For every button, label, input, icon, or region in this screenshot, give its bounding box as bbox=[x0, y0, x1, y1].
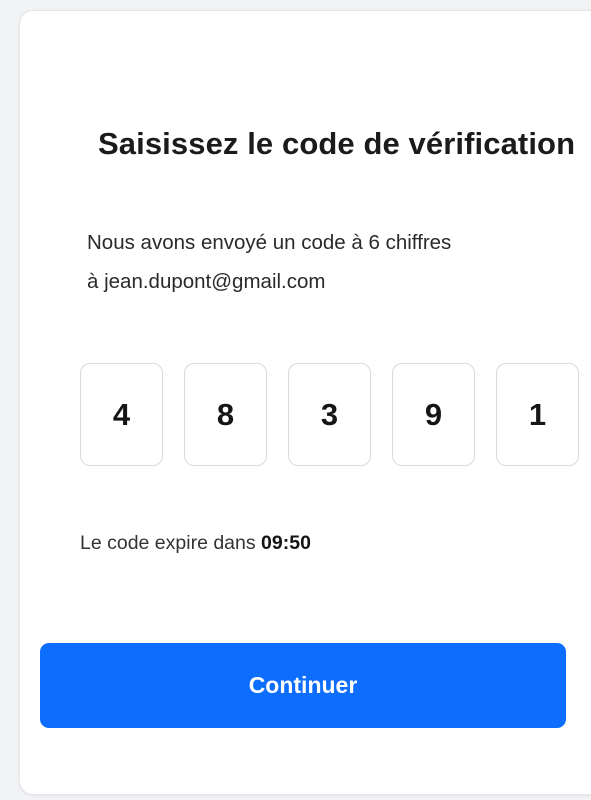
instruction-line-1: Nous avons envoyé un code à 6 chiffres bbox=[87, 231, 452, 254]
expiry-text: Le code expire dans 09:50 bbox=[80, 532, 311, 555]
page-title: Saisissez le code de vérification bbox=[98, 126, 576, 161]
code-input-group: 4 8 3 9 1 bbox=[80, 363, 579, 466]
code-digit-5[interactable]: 1 bbox=[496, 363, 579, 466]
code-digit-4[interactable]: 9 bbox=[392, 363, 475, 466]
code-digit-3[interactable]: 3 bbox=[288, 363, 371, 466]
code-digit-2[interactable]: 8 bbox=[184, 363, 267, 466]
code-digit-1[interactable]: 4 bbox=[80, 363, 163, 466]
continue-button[interactable]: Continuer bbox=[40, 643, 566, 728]
instruction-text: Nous avons envoyé un code à 6 chiffres à… bbox=[87, 223, 557, 301]
expiry-label: Le code expire dans bbox=[80, 532, 256, 554]
expiry-timer: 09:50 bbox=[261, 532, 311, 554]
instruction-line-2: à jean.dupont@gmail.com bbox=[87, 270, 326, 293]
